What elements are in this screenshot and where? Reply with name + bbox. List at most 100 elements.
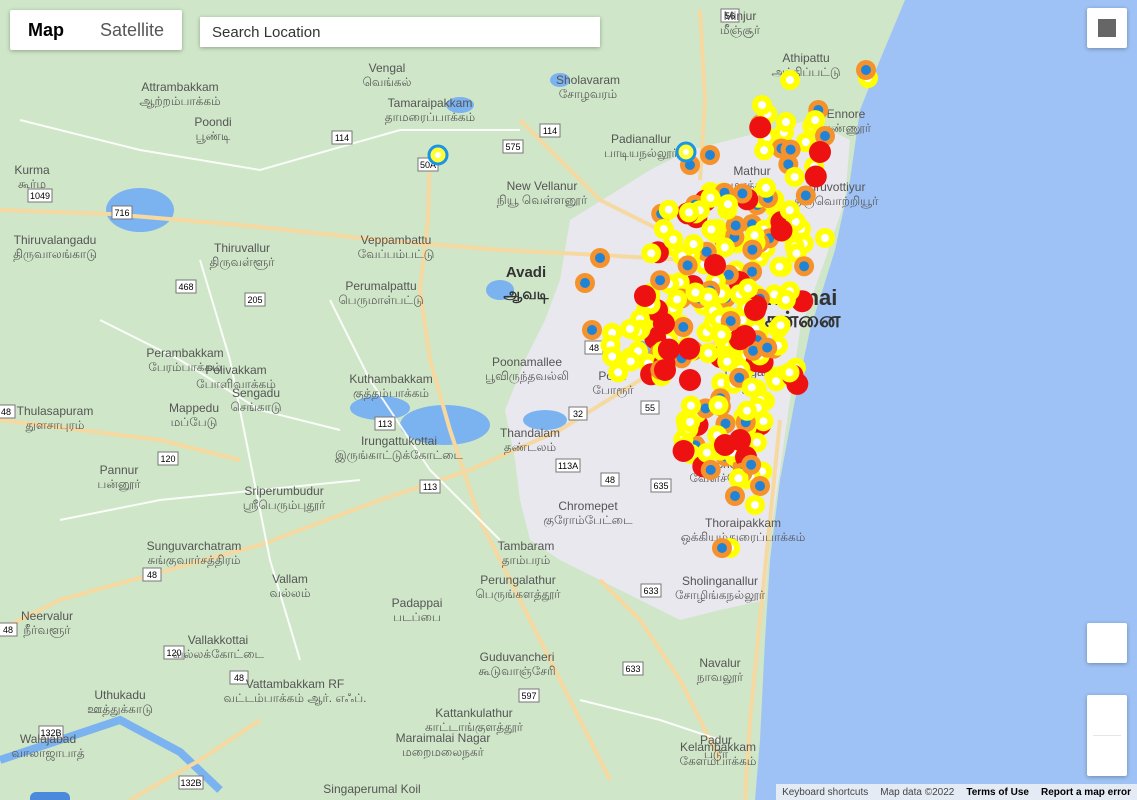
map-marker-blue[interactable] [675,141,697,163]
map-marker[interactable] [582,320,602,340]
map-marker[interactable] [679,202,699,223]
map-marker[interactable] [776,112,796,132]
map-marker[interactable] [700,145,720,165]
map-marker[interactable] [757,337,778,358]
map-marker[interactable] [770,315,791,336]
map-marker[interactable] [680,395,701,416]
map-marker[interactable] [804,165,827,188]
map-marker[interactable] [679,369,701,391]
map-marker[interactable] [672,440,695,462]
svg-text:48: 48 [1,407,11,417]
map-marker[interactable] [698,343,719,364]
map-marker[interactable] [741,454,762,475]
report-error-link[interactable]: Report a map error [1035,787,1137,798]
map-marker[interactable] [734,325,756,347]
zoom-in-button[interactable] [1087,695,1127,735]
zoom-out-button[interactable] [1087,736,1127,776]
place-label: Pannur பன்னூர் [97,463,141,492]
map-marker[interactable] [779,362,800,383]
map-marker[interactable] [654,359,676,381]
map-marker[interactable] [718,194,738,215]
google-logo [30,792,70,800]
map-marker[interactable] [750,476,770,496]
map-marker[interactable] [650,270,671,291]
map-marker[interactable] [712,538,732,558]
map-marker[interactable] [779,200,800,221]
svg-text:132B: 132B [180,778,201,788]
map-marker[interactable] [856,60,876,80]
map-marker[interactable] [696,442,717,463]
map-marker[interactable] [634,285,656,307]
map-marker[interactable] [780,139,801,160]
place-label: Vallam வல்லம் [269,572,310,600]
place-label: Attrambakkam ஆற்றம்பாக்கம் [139,80,220,108]
map-marker[interactable] [575,273,595,293]
map-marker[interactable] [795,185,816,206]
map-marker[interactable] [620,318,640,339]
map-marker[interactable] [742,239,763,260]
svg-text:468: 468 [178,282,193,292]
map-marker[interactable] [744,299,766,321]
map-marker[interactable] [708,395,729,416]
svg-text:48: 48 [605,475,615,485]
map-marker[interactable] [769,256,790,277]
map-marker[interactable] [673,317,694,337]
map-marker-blue[interactable] [427,144,449,166]
map-marker[interactable] [749,116,772,139]
map-canvas[interactable]: 56 114 575 114 1049 716 205 468 48 113 3… [0,0,1137,800]
map-marker[interactable] [677,255,698,276]
street-view-button[interactable] [1087,623,1127,663]
map-marker[interactable] [725,486,745,506]
place-label: Sholavaram சோழவரம் [556,73,620,101]
svg-text:635: 635 [653,481,668,491]
map-marker[interactable] [717,351,738,372]
place-label: Kuthambakkam குத்தம்பாக்கம் [349,372,432,400]
map-marker[interactable] [809,141,831,163]
map-marker[interactable] [704,254,726,276]
svg-text:48: 48 [589,343,599,353]
map-marker[interactable] [754,140,775,161]
map-marker[interactable] [775,289,796,310]
map-marker[interactable] [780,70,800,90]
fullscreen-icon [1098,19,1116,37]
svg-text:48: 48 [234,673,244,683]
map-marker[interactable] [658,199,679,220]
map-marker[interactable] [652,312,675,335]
map-marker[interactable] [794,256,815,277]
place-label: Sengadu செங்காடு [230,386,281,414]
place-label: Thiruvallur திருவள்ளூர் [210,241,276,270]
map-marker[interactable] [700,187,721,208]
search-location-input[interactable] [200,17,600,47]
map-marker[interactable] [602,346,623,367]
map-marker[interactable] [678,337,701,360]
map-type-satellite-button[interactable]: Satellite [82,10,182,50]
map-marker[interactable] [620,351,641,372]
map-marker[interactable] [755,177,776,198]
map-marker[interactable] [714,434,736,456]
map-marker[interactable] [784,167,805,187]
map-marker[interactable] [737,400,757,421]
map-marker[interactable] [701,219,722,240]
map-marker[interactable] [641,243,662,264]
map-marker[interactable] [667,289,688,310]
keyboard-shortcuts-link[interactable]: Keyboard shortcuts [776,787,874,798]
map-type-map-button[interactable]: Map [10,10,82,50]
map-marker[interactable] [738,278,758,299]
place-label: Poondi பூண்டி [194,115,231,143]
map-marker[interactable] [711,324,732,345]
map-marker[interactable] [700,459,721,480]
place-label: Kurma கூர்ம [14,163,50,191]
map-marker[interactable] [745,495,765,515]
svg-text:205: 205 [247,295,262,305]
map-marker[interactable] [590,248,610,268]
terms-link[interactable]: Terms of Use [960,787,1035,798]
map-marker[interactable] [663,229,684,250]
map-marker[interactable] [815,228,835,248]
fullscreen-button[interactable] [1087,8,1127,48]
map-marker[interactable] [698,287,719,308]
map-marker[interactable] [657,338,680,361]
place-label: Sholinganallur சோழிங்கநல்லூர் [675,574,766,603]
map-marker[interactable] [752,95,772,115]
map-marker[interactable] [770,219,793,242]
map-marker[interactable] [683,234,704,255]
